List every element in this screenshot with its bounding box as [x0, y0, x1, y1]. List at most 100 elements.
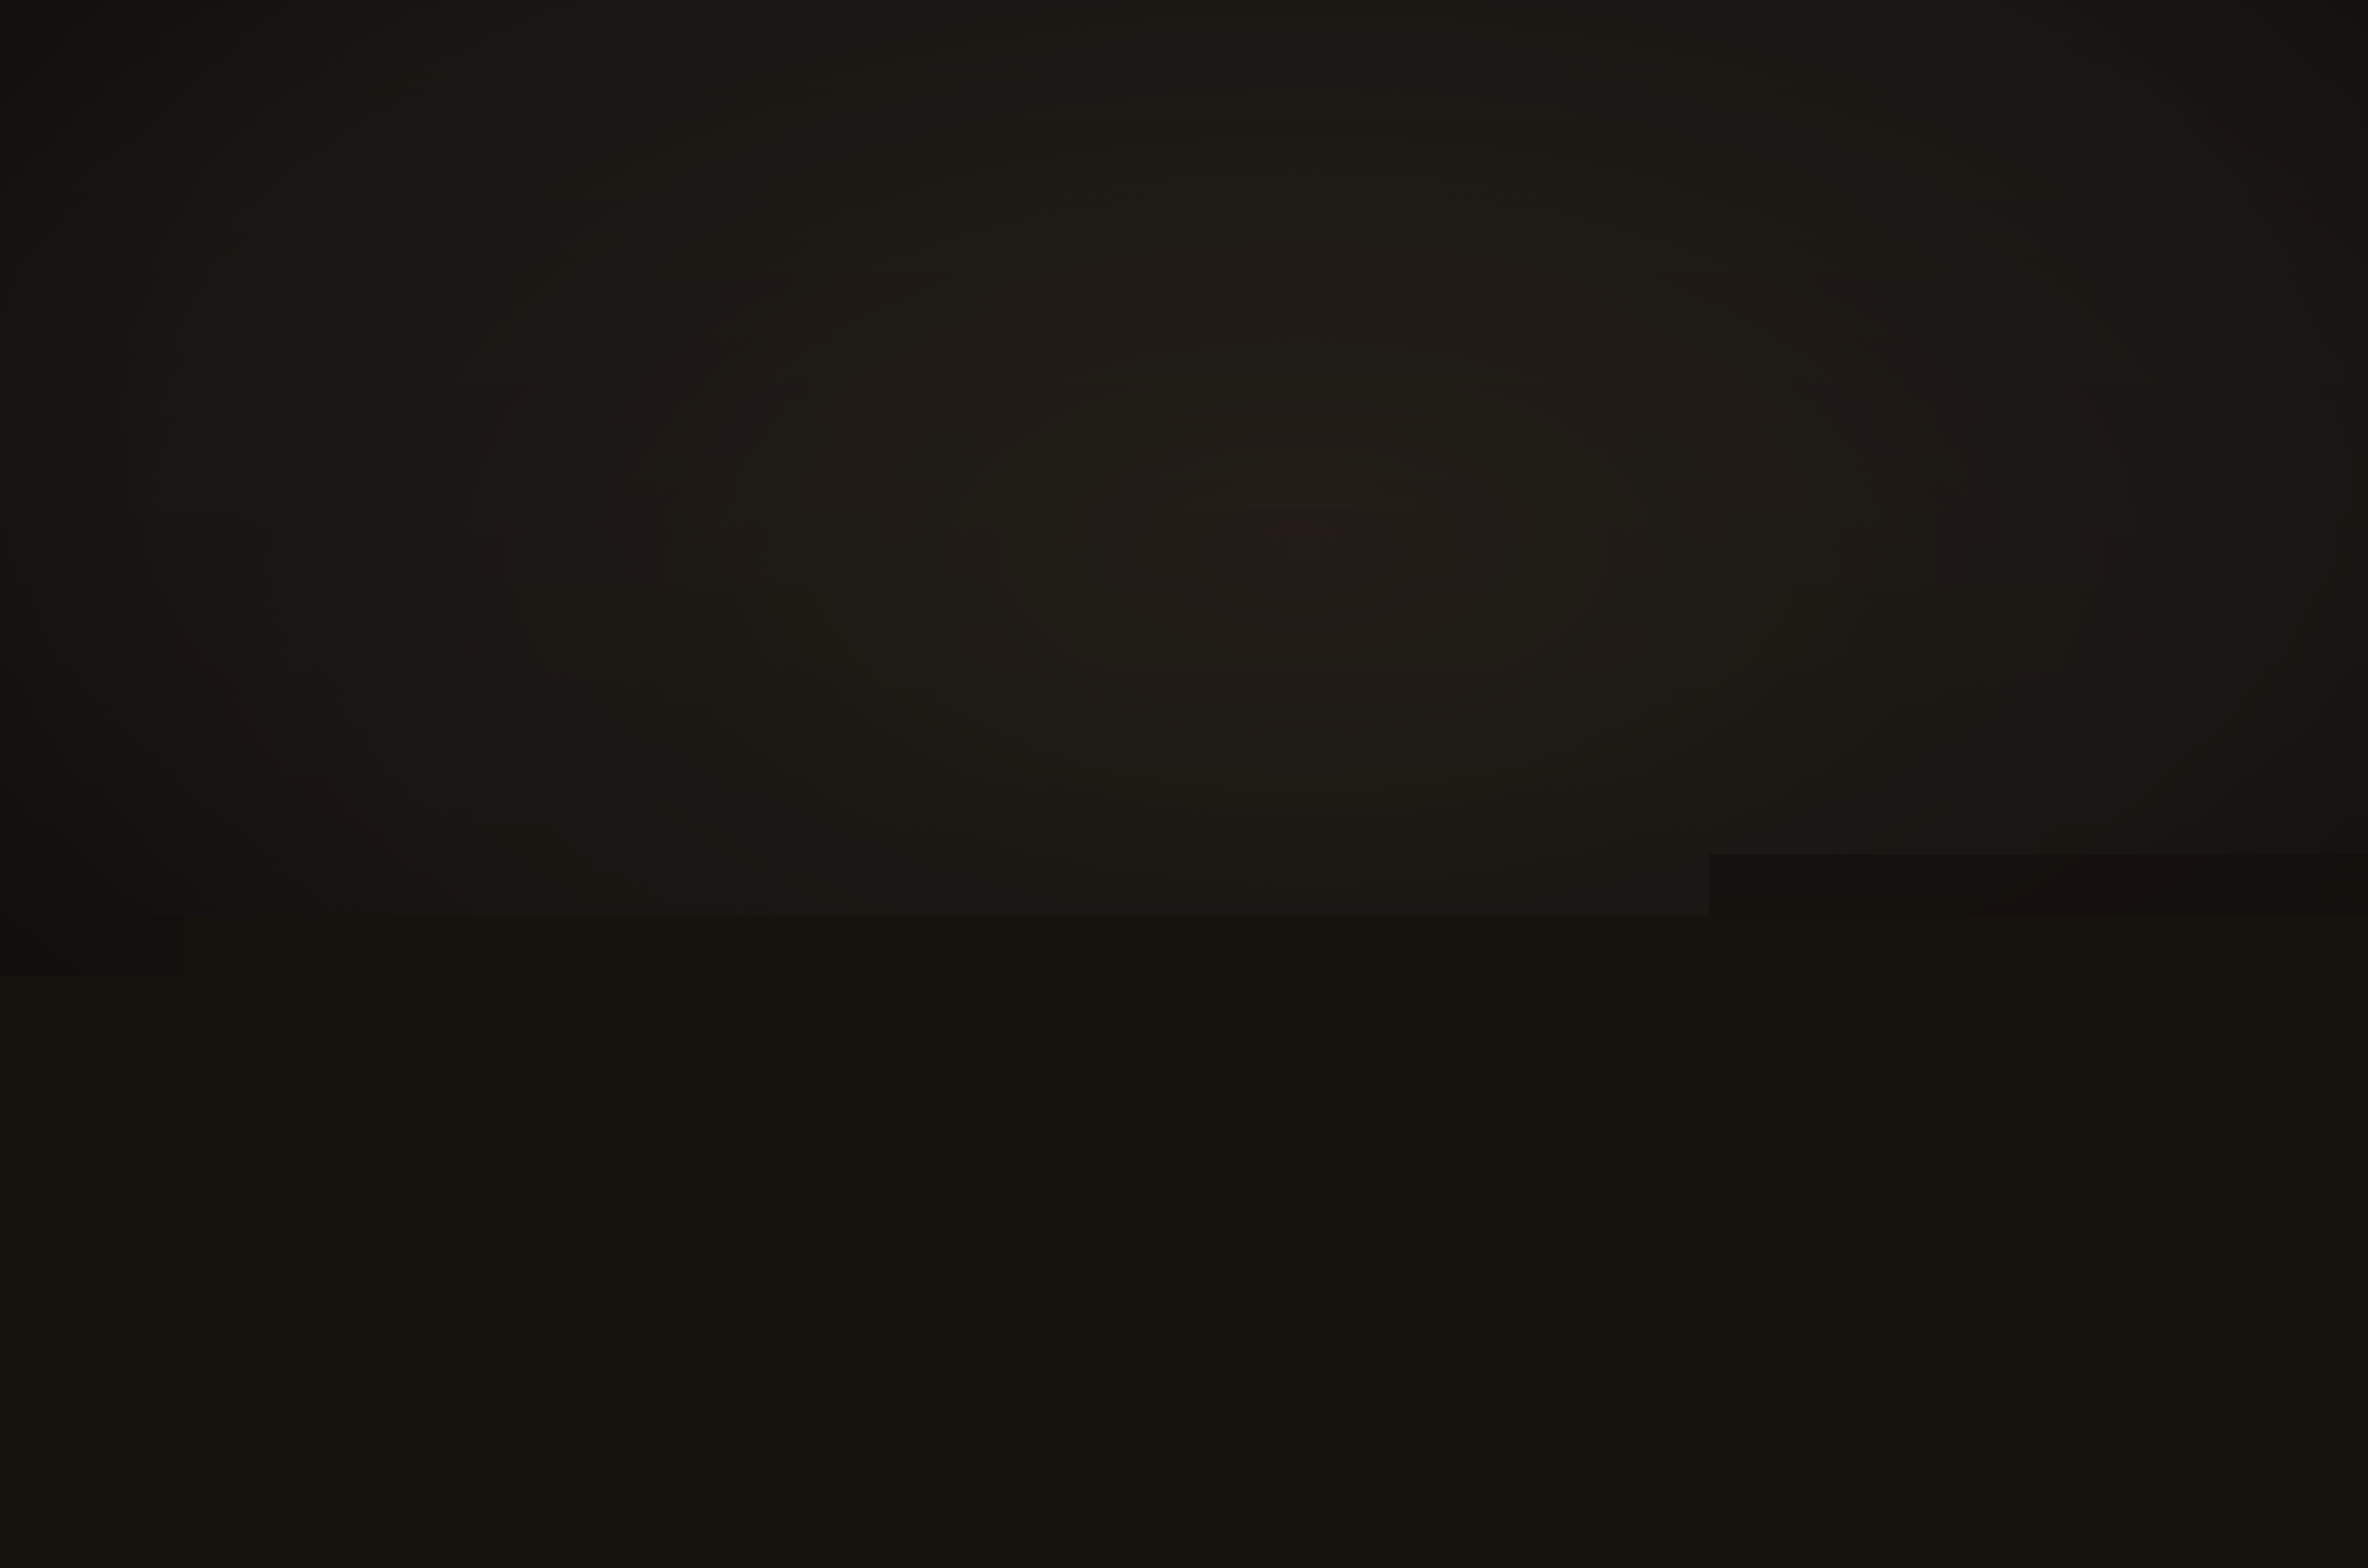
code-token: :: [1022, 999, 1064, 1046]
code-token: ,: [1798, 1389, 1830, 1451]
code-content[interactable]: appBar: AppBar( title: const Text("Title…: [542, 0, 2325, 1568]
code-token: const: [1509, 146, 1666, 220]
code-token: ,: [1459, 360, 1509, 414]
code-token: :: [828, 139, 864, 185]
code-line[interactable]: shape: const RoundedRectangleBorder(: [542, 1297, 2325, 1568]
code-token: ) {: [1331, 1138, 1406, 1193]
code-token: Card: [914, 1231, 995, 1285]
code-token: .: [1642, 603, 1671, 656]
code-token: :: [780, 454, 816, 498]
code-token: ,: [1168, 1127, 1214, 1179]
code-token: body: [714, 459, 782, 506]
code-token: 576: [1244, 628, 1313, 679]
code-token: <: [1905, 579, 2002, 640]
code-token: (: [1620, 1443, 1650, 1503]
code-token: ),: [1231, 102, 1275, 155]
code-token: (: [911, 768, 932, 811]
code-token: :: [920, 1054, 961, 1101]
code-token: int: [740, 612, 810, 658]
code-token: count: [769, 716, 859, 761]
code-token: : (: [1226, 389, 1294, 443]
code-token: crossAxisCount: [757, 992, 1023, 1044]
code-token: ;: [932, 710, 953, 754]
code-token: null: [959, 1056, 1041, 1105]
code-token: antiAliasWithSaveLayer: [1210, 1324, 1799, 1447]
code-token: (: [789, 665, 808, 707]
code-token: <: [1311, 750, 1383, 800]
code-token: return: [725, 937, 851, 981]
code-token: // Let Scroll View Infinity: [1082, 1061, 1764, 1146]
code-token: maxWidth: [992, 640, 1157, 695]
code-token: ) {: [1458, 744, 1535, 796]
code-token: maxWidth: [1670, 586, 1906, 654]
code-token: 992: [2000, 572, 2102, 634]
code-token: .: [1110, 760, 1133, 806]
code-token: [: [1212, 1194, 1236, 1245]
code-token: icon: [1364, 183, 1459, 245]
file-explorer-sidebar[interactable]: ▸ widgets ▸ components • item.dart • car…: [159, 263, 524, 1568]
code-token: context: [1018, 1119, 1169, 1176]
code-token: shape: [814, 1338, 912, 1396]
code-token: .: [1187, 1321, 1211, 1373]
code-token: :: [1055, 1307, 1099, 1360]
code-token: &&: [1313, 622, 1409, 675]
code-token: const: [950, 1356, 1075, 1420]
code-token: ;: [928, 824, 949, 868]
code-token: :: [910, 1350, 951, 1402]
code-token: ) {: [2099, 564, 2206, 628]
code-token: ,: [1040, 1059, 1084, 1108]
code-token: itemBuilder: [752, 1102, 959, 1160]
code-token: }: [728, 882, 747, 924]
code-token: :: [1459, 174, 1509, 229]
code-token: (: [966, 270, 986, 314]
code-token: login: [1986, 58, 2150, 140]
code-token: :: [843, 186, 880, 233]
code-token: .: [1564, 1221, 1591, 1277]
code-token: .: [1149, 941, 1172, 988]
code-token: count: [1172, 941, 1286, 990]
code-token: items: [1431, 1211, 1564, 1275]
code-token: .: [972, 652, 993, 696]
code-token: index: [1213, 1130, 1332, 1188]
sidebar-ghost-content: ▸ widgets ▸ components • item.dart • car…: [240, 263, 524, 600]
code-token: Clip: [1098, 1311, 1187, 1371]
status-bar[interactable]: [171, 1486, 2368, 1568]
code-token: RoundedRectangleBorder: [1074, 1372, 1621, 1498]
code-token: =: [899, 599, 956, 646]
code-token: .: [1954, 87, 1987, 145]
code-token: %: [1355, 1205, 1431, 1263]
code-token: count: [1063, 1000, 1172, 1050]
code-editor[interactable]: ▸ widgets ▸ components • item.dart • car…: [159, 0, 2368, 1568]
code-token: 2: [909, 824, 930, 868]
code-token: index: [1235, 1196, 1356, 1256]
code-token: Text: [988, 147, 1066, 203]
code-token: constrain: [806, 653, 974, 706]
code-token: ],: [752, 356, 787, 400]
code-token: if: [737, 667, 790, 710]
code-token: }: [732, 774, 768, 816]
code-token: return: [783, 1218, 916, 1276]
code-token: else if: [766, 769, 913, 815]
code-token: ;: [974, 596, 995, 640]
code-token: items: [1100, 1186, 1212, 1243]
code-token: (: [971, 110, 991, 154]
code-token: Icons: [1805, 93, 1956, 171]
code-token: length: [1591, 1224, 1765, 1293]
code-token: item: [955, 1175, 1038, 1227]
code-token: (: [1285, 942, 1309, 991]
code-token: [582, 581, 600, 620]
code-token: ShopItem: [785, 1162, 957, 1220]
code-token: (: [1776, 120, 1806, 175]
code-token: =: [1037, 1181, 1102, 1233]
code-token: MasonryGridView: [849, 938, 1151, 987]
code-token: constrain: [1408, 605, 1642, 670]
code-token: maxWidth: [1132, 753, 1312, 805]
code-token: >=: [1156, 634, 1245, 685]
code-token: ];: [1765, 1237, 1827, 1299]
code-token: (: [1065, 142, 1086, 187]
code-token: itemCount: [754, 1047, 922, 1099]
code-token: 4: [955, 597, 975, 641]
code-token: (: [1058, 418, 1079, 464]
code-token: constrain: [1509, 327, 1752, 408]
code-token: =: [858, 713, 915, 758]
